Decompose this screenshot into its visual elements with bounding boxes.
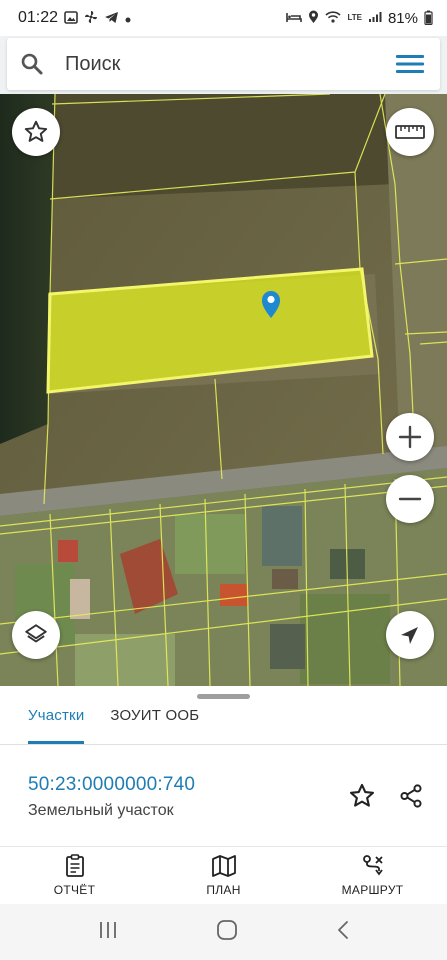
zoom-in-button[interactable] [386,413,434,461]
share-icon [400,784,422,808]
recent-apps-button[interactable] [97,920,119,945]
route-icon [362,855,383,876]
fan-icon [84,10,98,26]
search-input[interactable]: Поиск [57,53,380,76]
dot-icon [125,12,131,25]
report-icon [65,854,84,877]
layers-icon [25,624,47,643]
tab-bar: Участки ЗОУИТ ООБ [0,702,447,744]
signal-icon [368,11,382,25]
wifi-icon [325,11,342,25]
status-bar: 01:22 LTE 81% [0,0,447,36]
parcel-info[interactable]: 50:23:0000000:740 Земельный участок [28,774,195,820]
ruler-icon [395,125,425,139]
star-outline-icon [24,120,48,142]
navigation-arrow-icon [401,627,418,644]
home-button[interactable] [216,919,238,946]
status-time: 01:22 [18,9,59,26]
layers-button[interactable] [12,611,60,659]
search-bar[interactable]: Поиск [7,38,440,90]
plus-icon [398,425,422,449]
nav-route[interactable]: МАРШРУТ [298,847,447,904]
status-left: 01:22 [18,9,131,27]
tab-parcels[interactable]: Участки [28,702,85,744]
map-plan-icon [211,855,236,877]
share-button[interactable] [395,780,427,812]
ruler-button[interactable] [386,108,434,156]
sheet-drag-handle[interactable] [197,694,250,699]
satellite-map[interactable] [0,94,447,686]
my-location-button[interactable] [386,611,434,659]
nav-report[interactable]: ОТЧЁТ [0,847,149,904]
status-right: LTE 81% [286,10,433,27]
home-icon [217,919,238,940]
nav-report-label: ОТЧЁТ [53,883,96,897]
nav-plan[interactable]: ПЛАН [149,847,298,904]
image-icon [64,10,78,26]
search-icon[interactable] [7,52,57,76]
cadastral-number[interactable]: 50:23:0000000:740 [28,774,195,796]
star-outline-icon [349,783,375,807]
favorite-parcel-button[interactable] [346,780,378,812]
minus-icon [398,497,422,501]
map-view[interactable] [0,94,447,686]
bottom-navigation: ОТЧЁТ ПЛАН МАРШРУТ [0,846,447,904]
nav-route-label: МАРШРУТ [341,883,404,897]
back-chevron-icon [338,920,349,939]
search-area: Поиск [0,36,447,94]
menu-icon[interactable] [380,53,440,75]
zoom-out-button[interactable] [386,475,434,523]
parcel-type: Земельный участок [28,802,174,819]
system-navigation [0,904,447,960]
lte-label: LTE [347,13,362,22]
back-button[interactable] [336,919,350,946]
location-icon [308,10,319,26]
nav-plan-label: ПЛАН [206,883,241,897]
bed-icon [286,11,303,25]
telegram-icon [104,11,119,26]
favorite-button[interactable] [12,108,60,156]
tab-zouit-oob[interactable]: ЗОУИТ ООБ [110,702,199,744]
recent-apps-icon [99,921,116,938]
battery-level: 81% [387,9,418,27]
divider [0,744,447,745]
battery-icon [424,10,433,27]
